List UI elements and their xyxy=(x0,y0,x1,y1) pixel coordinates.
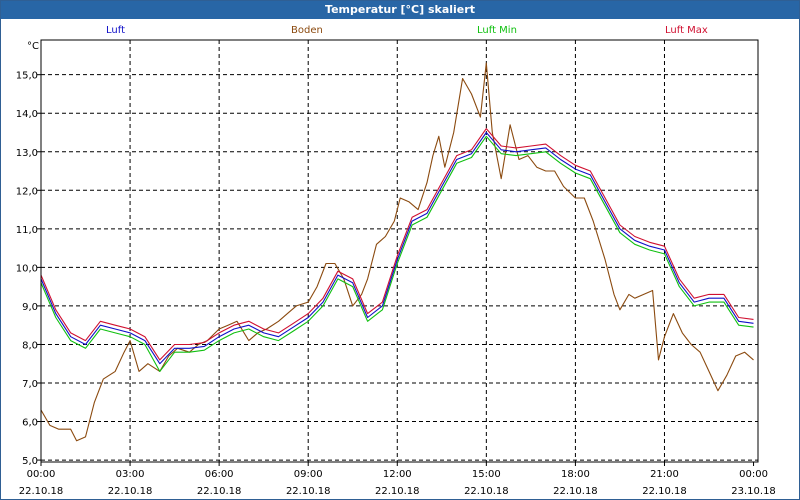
y-tick-label: 8,0 xyxy=(22,340,38,351)
x-tick-date-label: 22.10.18 xyxy=(553,486,598,497)
y-tick-label: 12,0 xyxy=(16,186,38,197)
x-tick-time-label: 12:00 xyxy=(383,469,412,480)
x-tick-time-label: 06:00 xyxy=(205,469,234,480)
x-tick-date-label: 23.10.18 xyxy=(731,486,776,497)
y-tick-label: 13,0 xyxy=(16,148,38,159)
y-tick-label: 5,0 xyxy=(22,456,38,467)
x-tick-date-label: 22.10.18 xyxy=(108,486,153,497)
x-tick-date-label: 22.10.18 xyxy=(642,486,687,497)
x-tick-time-label: 15:00 xyxy=(472,469,501,480)
x-tick-time-label: 18:00 xyxy=(561,469,590,480)
x-tick-date-label: 22.10.18 xyxy=(464,486,509,497)
y-axis-unit: °C xyxy=(27,41,39,52)
x-tick-time-label: 03:00 xyxy=(116,469,145,480)
x-tick-time-label: 21:00 xyxy=(650,469,679,480)
x-tick-time-label: 09:00 xyxy=(294,469,323,480)
y-tick-label: 7,0 xyxy=(22,379,38,390)
x-axis: 00:00 22.10.18 03:00 22.10.18 06:00 22.10.18 0… xyxy=(19,462,776,497)
x-tick-date-label: 22.10.18 xyxy=(286,486,331,497)
y-tick-label: 9,0 xyxy=(22,302,38,313)
x-tick-date-label: 22.10.18 xyxy=(197,486,242,497)
chart-canvas: 5,06,07,08,09,010,011,012,013,014,015,0 … xyxy=(16,39,776,497)
y-tick-label: 11,0 xyxy=(16,225,38,236)
x-tick-date-label: 22.10.18 xyxy=(19,486,64,497)
y-tick-label: 14,0 xyxy=(16,109,38,120)
y-tick-label: 10,0 xyxy=(16,263,38,274)
y-tick-label: 6,0 xyxy=(22,418,38,429)
x-tick-date-label: 22.10.18 xyxy=(375,486,420,497)
x-tick-time-label: 00:00 xyxy=(27,469,56,480)
y-tick-label: 15,0 xyxy=(16,71,38,82)
y-axis: 5,0 6,0 7,0 8,0 9,0 10,0 11,0 12,0 13,0 14,0 15,0 xyxy=(16,71,41,467)
x-tick-time-label: 00:00 xyxy=(739,469,768,480)
chart-window: Temperatur [°C] skaliert Luft Boden Luft… xyxy=(0,0,800,500)
